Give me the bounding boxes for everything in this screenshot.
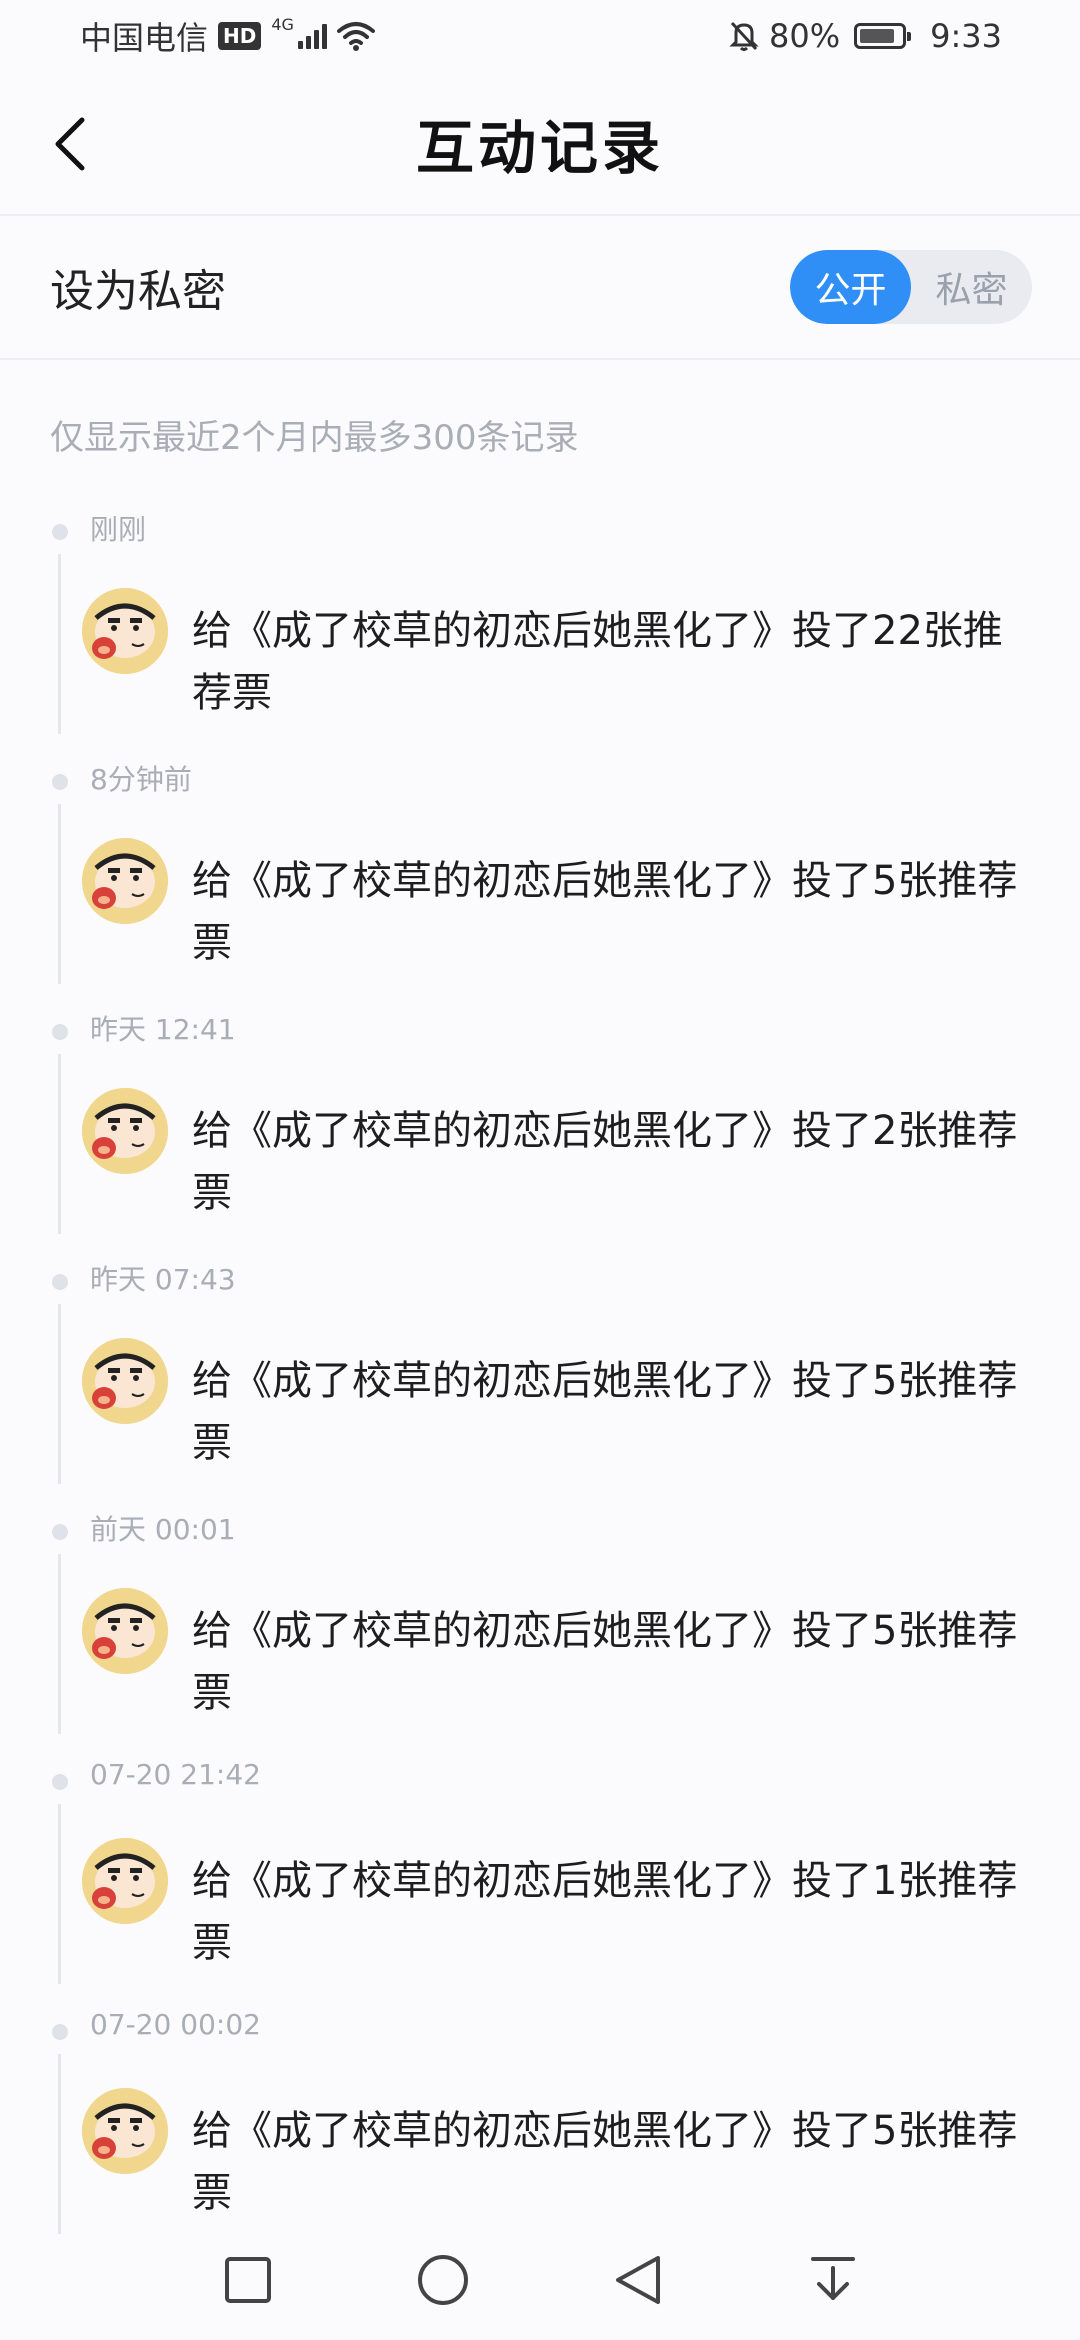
header: 互动记录 bbox=[0, 72, 1080, 216]
timeline-dot bbox=[52, 2024, 68, 2040]
avatar[interactable] bbox=[82, 2088, 168, 2174]
toggle-option-private[interactable]: 私密 bbox=[911, 250, 1032, 324]
timeline-line bbox=[58, 554, 61, 734]
battery-percent: 80% bbox=[769, 17, 841, 55]
back-nav-button[interactable] bbox=[603, 2245, 673, 2315]
records-notice: 仅显示最近2个月内最多300条记录 bbox=[50, 418, 579, 458]
mute-bell-icon bbox=[729, 21, 759, 51]
record-time: 8分钟前 bbox=[90, 763, 192, 796]
timeline-dot bbox=[52, 1774, 68, 1790]
timeline-record[interactable]: 前天 00:01 给《成了校草的初恋后她黑化了》投了5张推荐票 bbox=[0, 1508, 1080, 1758]
battery-icon bbox=[854, 23, 912, 49]
avatar[interactable] bbox=[82, 1338, 168, 1424]
timeline-record[interactable]: 昨天 07:43 给《成了校草的初恋后她黑化了》投了5张推荐票 bbox=[0, 1258, 1080, 1508]
timeline-line bbox=[58, 2054, 61, 2234]
record-text: 给《成了校草的初恋后她黑化了》投了5张推荐票 bbox=[192, 2108, 1018, 2216]
timeline-dot bbox=[52, 1024, 68, 1040]
notification-pull-button[interactable] bbox=[798, 2245, 868, 2315]
hd-badge: HD bbox=[218, 22, 262, 50]
timeline-line bbox=[58, 1304, 61, 1484]
status-left: 中国电信 HD 4G bbox=[80, 13, 375, 59]
triangle-back-icon bbox=[615, 2256, 660, 2304]
notification-pull-icon bbox=[810, 2257, 855, 2300]
wifi-icon bbox=[336, 22, 375, 51]
record-text: 给《成了校草的初恋后她黑化了》投了5张推荐票 bbox=[192, 1358, 1018, 1466]
carrier-name: 中国电信 bbox=[80, 19, 209, 57]
timeline-line bbox=[58, 1804, 61, 1984]
interaction-timeline: 刚刚 给《成了校草的初恋后她黑化了》投了22张推荐票 8分钟前 给《成了校草的初… bbox=[0, 508, 1080, 2258]
record-text: 给《成了校草的初恋后她黑化了》投了2张推荐票 bbox=[192, 1108, 1018, 1216]
square-icon bbox=[224, 2257, 271, 2303]
status-time: 9:33 bbox=[930, 17, 1002, 55]
timeline-line bbox=[58, 1054, 61, 1234]
avatar[interactable] bbox=[82, 1588, 168, 1674]
back-button[interactable] bbox=[32, 106, 108, 182]
record-time: 07-20 21:42 bbox=[90, 1758, 261, 1791]
privacy-toggle[interactable]: 公开 私密 bbox=[790, 250, 1032, 324]
home-button[interactable] bbox=[408, 2245, 478, 2315]
toggle-option-public[interactable]: 公开 bbox=[790, 250, 911, 324]
record-time: 前天 00:01 bbox=[90, 1513, 236, 1546]
system-navigation-bar bbox=[0, 2220, 1080, 2340]
record-time: 昨天 12:41 bbox=[90, 1013, 236, 1046]
timeline-dot bbox=[52, 1524, 68, 1540]
record-text: 给《成了校草的初恋后她黑化了》投了1张推荐票 bbox=[192, 1858, 1018, 1966]
avatar[interactable] bbox=[82, 1838, 168, 1924]
signal-icon bbox=[297, 23, 327, 49]
timeline-record[interactable]: 昨天 12:41 给《成了校草的初恋后她黑化了》投了2张推荐票 bbox=[0, 1008, 1080, 1258]
timeline-record[interactable]: 刚刚 给《成了校草的初恋后她黑化了》投了22张推荐票 bbox=[0, 508, 1080, 758]
record-text: 给《成了校草的初恋后她黑化了》投了22张推荐票 bbox=[192, 608, 1003, 716]
record-time: 刚刚 bbox=[90, 513, 147, 546]
status-bar: 中国电信 HD 4G 80% 9:33 bbox=[0, 0, 1080, 72]
status-right: 80% 9:33 bbox=[729, 17, 1002, 55]
timeline-record[interactable]: 8分钟前 给《成了校草的初恋后她黑化了》投了5张推荐票 bbox=[0, 758, 1080, 1008]
circle-home-icon bbox=[417, 2255, 468, 2305]
timeline-record[interactable]: 07-20 21:42 给《成了校草的初恋后她黑化了》投了1张推荐票 bbox=[0, 1758, 1080, 2008]
avatar[interactable] bbox=[82, 588, 168, 674]
avatar[interactable] bbox=[82, 838, 168, 924]
recent-apps-button[interactable] bbox=[213, 2245, 283, 2315]
timeline-dot bbox=[52, 1274, 68, 1290]
network-type: 4G bbox=[271, 14, 294, 34]
timeline-line bbox=[58, 1554, 61, 1734]
page-title: 互动记录 bbox=[415, 114, 664, 182]
chevron-left-icon bbox=[55, 117, 85, 171]
record-text: 给《成了校草的初恋后她黑化了》投了5张推荐票 bbox=[192, 858, 1018, 966]
record-time: 昨天 07:43 bbox=[90, 1263, 236, 1296]
timeline-dot bbox=[52, 524, 68, 540]
privacy-label: 设为私密 bbox=[50, 266, 226, 317]
avatar[interactable] bbox=[82, 1088, 168, 1174]
record-text: 给《成了校草的初恋后她黑化了》投了5张推荐票 bbox=[192, 1608, 1018, 1716]
timeline-line bbox=[58, 804, 61, 984]
privacy-setting-row: 设为私密 公开 私密 bbox=[0, 216, 1080, 360]
record-time: 07-20 00:02 bbox=[90, 2008, 261, 2041]
timeline-dot bbox=[52, 774, 68, 790]
